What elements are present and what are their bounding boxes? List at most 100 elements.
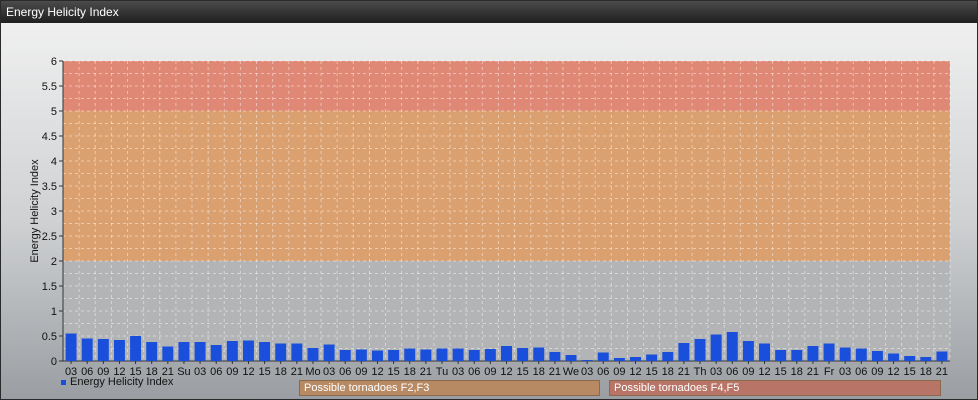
x-tick-label: 15 (517, 366, 529, 378)
bar (581, 360, 593, 361)
y-tick-label: 2.5 (42, 231, 57, 243)
bar (791, 350, 803, 361)
bar (194, 342, 206, 361)
x-tick-label: 06 (597, 366, 609, 378)
x-tick-label: 18 (275, 366, 287, 378)
bar (613, 358, 625, 361)
series-legend-label: Energy Helicity Index (70, 376, 174, 388)
bar (904, 356, 916, 361)
bar (113, 340, 125, 361)
chart-window: Energy Helicity Index 0 0.5 1 1.5 2 2.5 3 3.5 4 4… (0, 0, 978, 400)
bar (388, 350, 400, 361)
bar (775, 350, 787, 361)
bar (839, 347, 851, 361)
y-tick-label: 1.5 (42, 281, 57, 293)
x-tick-label: 18 (404, 366, 416, 378)
bar (710, 334, 722, 361)
x-tick-label: Mo (305, 366, 320, 378)
x-tick-label: 15 (387, 366, 399, 378)
x-tick-label: 09 (871, 366, 883, 378)
bar (452, 348, 464, 361)
bar (65, 333, 77, 361)
bar (355, 349, 367, 361)
x-tick-label: 18 (533, 366, 545, 378)
x-tick-label: 12 (758, 366, 770, 378)
bar (146, 342, 158, 361)
x-tick-label: 15 (646, 366, 658, 378)
x-tick-label: 09 (226, 366, 238, 378)
bar (291, 343, 303, 361)
zone-f2f3-legend: Possible tornadoes F2,F3 (299, 380, 600, 396)
x-tick-label: 12 (242, 366, 254, 378)
x-tick-label: 06 (855, 366, 867, 378)
bar (468, 350, 480, 361)
y-tick-label: 5 (51, 106, 57, 118)
bar (597, 352, 609, 361)
bar (759, 343, 771, 361)
y-tick-label: 3 (51, 206, 57, 218)
bar (871, 351, 883, 361)
bar (404, 348, 416, 361)
y-tick-label: 5.5 (42, 81, 57, 93)
x-tick-label: 15 (258, 366, 270, 378)
bar (807, 346, 819, 361)
bar (420, 349, 432, 361)
ehi-bar-chart: 0 0.5 1 1.5 2 2.5 3 3.5 4 4.5 5 5.5 6 Energy Helicity… (29, 56, 951, 378)
x-tick-label: 18 (791, 366, 803, 378)
bar (226, 341, 238, 361)
x-tick-label: 21 (420, 366, 432, 378)
bar (823, 343, 835, 361)
bar (678, 343, 690, 361)
bar (81, 338, 93, 361)
bar (694, 339, 706, 361)
bar (339, 350, 351, 361)
x-tick-label: Fr (824, 366, 835, 378)
bar (936, 351, 948, 361)
series-legend: Energy Helicity Index (61, 376, 173, 388)
bar (242, 340, 254, 361)
y-tick-label: 6 (51, 56, 57, 68)
bar (630, 357, 642, 361)
bar (130, 336, 142, 361)
x-tick-label: Su (177, 366, 190, 378)
bar (920, 357, 932, 361)
x-tick-label: 21 (678, 366, 690, 378)
y-tick-label: 4.5 (42, 131, 57, 143)
bar (533, 347, 545, 361)
bar (307, 348, 319, 361)
bar (517, 348, 529, 361)
x-tick-label: 21 (936, 366, 948, 378)
x-tick-label: 21 (291, 366, 303, 378)
bar (726, 332, 738, 361)
x-tick-label: Th (694, 366, 707, 378)
bar (436, 348, 448, 361)
bar (888, 353, 900, 361)
x-tick-label: 03 (323, 366, 335, 378)
x-tick-label: 03 (839, 366, 851, 378)
x-tick-label: 03 (710, 366, 722, 378)
x-tick-label: 18 (920, 366, 932, 378)
x-tick-label: We (563, 366, 579, 378)
bar (259, 342, 271, 361)
x-tick-label: 18 (662, 366, 674, 378)
window-title: Energy Helicity Index (1, 1, 977, 23)
bar (501, 346, 512, 361)
y-tick-label: 1 (51, 306, 57, 318)
x-tick-label: 06 (726, 366, 738, 378)
y-tick-label: 0.5 (42, 331, 57, 343)
y-axis-label: Energy Helicity Index (29, 159, 41, 263)
bar (742, 341, 754, 361)
bar (565, 355, 577, 361)
x-tick-label: 06 (468, 366, 480, 378)
bar (646, 354, 658, 361)
zone-f4f5-legend: Possible tornadoes F4,F5 (609, 380, 941, 396)
bar (275, 343, 287, 361)
y-tick-label: 3.5 (42, 181, 57, 193)
x-tick-label: 09 (613, 366, 625, 378)
x-tick-label: 21 (807, 366, 819, 378)
y-tick-label: 2 (51, 256, 57, 268)
x-tick-label: Tu (436, 366, 448, 378)
x-tick-label: 03 (452, 366, 464, 378)
x-tick-label: 15 (775, 366, 787, 378)
y-tick-label: 4 (51, 156, 57, 168)
